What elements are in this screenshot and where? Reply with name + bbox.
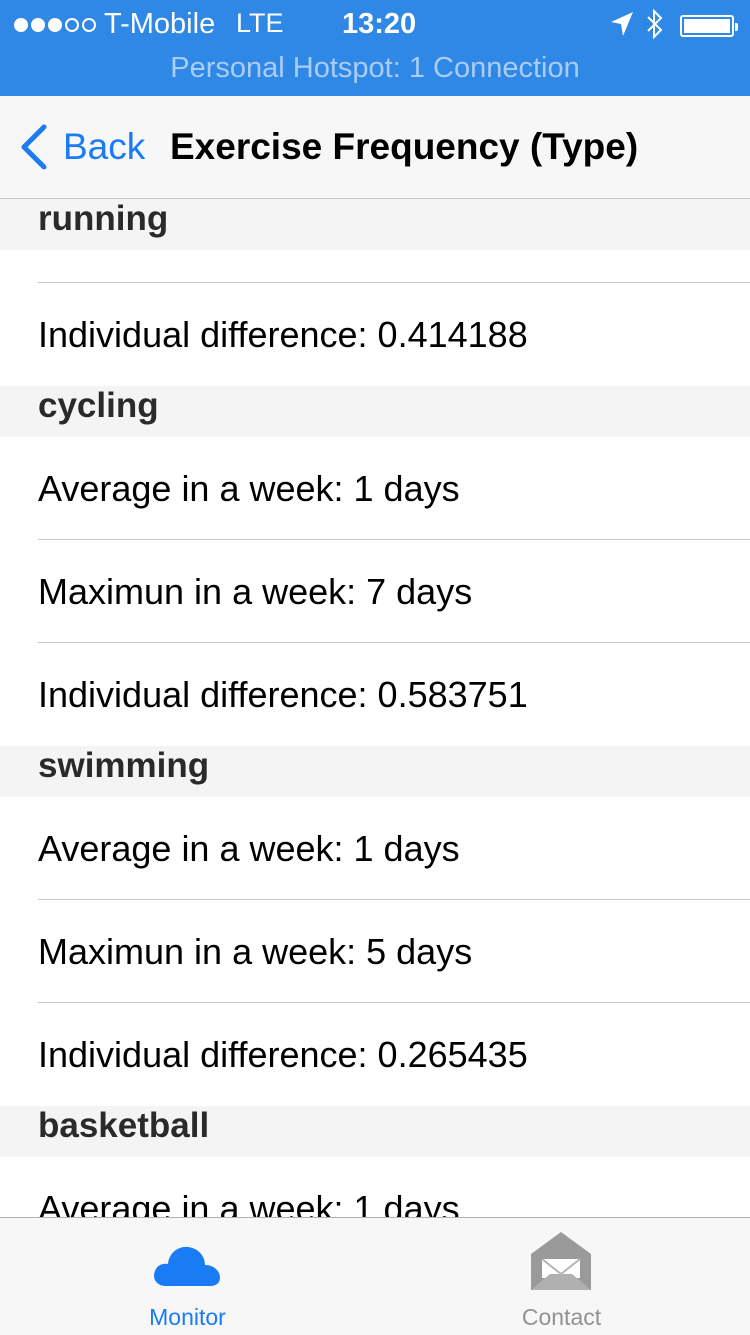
signal-strength-icon [14,18,96,32]
list-item: Average in a week: 1 days [0,797,750,900]
list-item: Maximun in a week: 5 days [0,900,750,1003]
average-per-week: Average in a week: 1 days [38,1188,460,1217]
tab-monitor-label: Monitor [149,1304,226,1330]
envelope-icon [531,1232,591,1290]
bluetooth-icon [647,8,663,40]
battery-icon [680,15,738,37]
back-label: Back [63,126,146,167]
section-header-cycling: cycling [0,386,750,437]
list-item: Average in a week: 1 days [0,437,750,540]
list-item: Average in a week: 1 days [0,1157,750,1217]
section-header-basketball: basketball [0,1106,750,1157]
back-button[interactable]: Back [18,120,145,174]
hotspot-banner[interactable]: Personal Hotspot: 1 Connection [0,52,750,85]
tab-bar: Monitor Contact [0,1217,750,1335]
list-item: Individual difference: 0.265435 [0,1003,750,1106]
list-item [0,250,750,283]
individual-difference: Individual difference: 0.265435 [38,1034,528,1075]
tab-contact[interactable]: Contact [375,1218,750,1335]
status-bar: T-Mobile LTE 13:20 Personal Hotspot: 1 C… [0,0,750,96]
maximum-per-week: Maximun in a week: 7 days [38,571,473,612]
network-type: LTE [236,8,284,38]
location-arrow-icon [611,12,633,36]
maximum-per-week: Maximun in a week: 5 days [38,931,473,972]
average-per-week: Average in a week: 1 days [38,828,460,869]
list-item: Individual difference: 0.414188 [0,283,750,386]
exercise-list[interactable]: running Individual difference: 0.414188 … [0,199,750,1217]
section-header-swimming: swimming [0,746,750,797]
tab-monitor[interactable]: Monitor [0,1218,375,1335]
individual-difference: Individual difference: 0.583751 [38,674,528,715]
tab-contact-label: Contact [521,1304,602,1330]
chevron-left-icon [21,124,47,170]
list-item: Maximun in a week: 7 days [0,540,750,643]
individual-difference: Individual difference: 0.414188 [38,314,528,355]
average-per-week: Average in a week: 1 days [38,468,460,509]
section-header-running: running [0,199,750,250]
page-title: Exercise Frequency (Type) [170,126,639,167]
clock: 13:20 [342,8,417,40]
navigation-bar: Back Exercise Frequency (Type) [0,96,750,199]
list-item: Individual difference: 0.583751 [0,643,750,746]
cloud-icon [154,1246,220,1286]
carrier-name: T-Mobile [104,8,216,40]
